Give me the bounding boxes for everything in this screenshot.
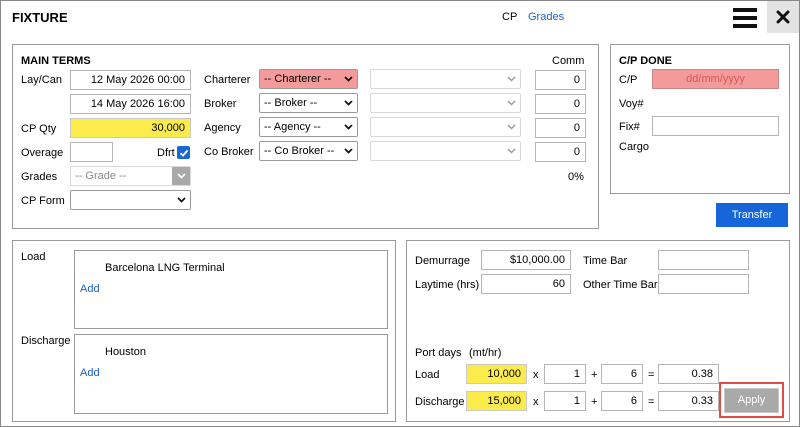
charterer-select-value: -- Charterer -- <box>264 73 332 85</box>
timebar-input[interactable] <box>658 250 749 270</box>
laytime-label: Laytime (hrs) <box>415 279 480 291</box>
dfrt-checkbox[interactable] <box>177 146 190 159</box>
apply-highlight: Apply <box>719 382 784 418</box>
close-icon <box>776 10 790 24</box>
discharge-add-input[interactable]: 6 <box>601 391 643 411</box>
discharge-result: 0.33 <box>658 391 719 411</box>
load-add-input[interactable]: 6 <box>601 364 643 384</box>
discharge-rate-input[interactable]: 15,000 <box>466 391 527 411</box>
load-port-item[interactable]: Barcelona LNG Terminal <box>105 262 225 274</box>
menu-icon[interactable] <box>733 8 757 30</box>
dfrt-label: Dfrt <box>157 147 175 159</box>
pd-load-label: Load <box>415 369 440 381</box>
comm-total: 0% <box>568 171 584 183</box>
portdays-label: Port days <box>415 347 462 359</box>
discharge-equals-op: = <box>648 396 655 408</box>
broker-select-value: -- Broker -- <box>264 97 318 109</box>
load-add-link[interactable]: Add <box>80 283 100 295</box>
broker-select[interactable]: -- Broker -- <box>259 93 358 113</box>
charterer-label: Charterer <box>204 74 251 86</box>
discharge-plus-op: + <box>591 396 598 408</box>
broker-contact-select[interactable] <box>370 93 521 113</box>
charterer-select[interactable]: -- Charterer -- <box>259 69 358 89</box>
chevron-down-icon <box>344 100 353 106</box>
chevron-down-icon <box>507 100 516 106</box>
cobroker-comm-input[interactable]: 0 <box>535 142 586 162</box>
grades-label: Grades <box>21 171 58 183</box>
main-terms-heading: MAIN TERMS <box>21 55 91 67</box>
cpform-label: CP Form <box>21 195 65 207</box>
discharge-add-link[interactable]: Add <box>80 367 100 379</box>
fix-label: Fix# <box>619 121 640 133</box>
transfer-button[interactable]: Transfer <box>716 203 788 227</box>
comm-label: Comm <box>552 55 585 67</box>
othertimebar-label: Other Time Bar <box>583 279 658 291</box>
load-equals-op: = <box>648 369 655 381</box>
agency-contact-select[interactable] <box>370 117 521 137</box>
grades-link[interactable]: Grades <box>528 11 564 23</box>
fix-input[interactable] <box>652 116 779 136</box>
discharge-port-item[interactable]: Houston <box>105 346 146 358</box>
grades-select[interactable]: -- Grade -- <box>70 166 191 186</box>
cobroker-select[interactable]: -- Co Broker -- <box>259 141 358 161</box>
chevron-down-icon <box>344 76 353 82</box>
cp-label: C/P <box>619 74 638 86</box>
laycan-label: Lay/Can <box>21 74 62 86</box>
close-button[interactable] <box>767 1 799 33</box>
discharge-mult-input[interactable]: 1 <box>544 391 586 411</box>
portdays-unit: (mt/hr) <box>469 347 502 359</box>
load-label: Load <box>21 251 46 263</box>
cp-date-input[interactable]: dd/mm/yyyy <box>652 69 779 89</box>
demurrage-label: Demurrage <box>415 255 471 267</box>
cargo-label: Cargo <box>619 141 649 153</box>
chevron-down-icon <box>507 76 516 82</box>
page-title: FIXTURE <box>12 10 68 25</box>
discharge-times-op: x <box>533 396 539 408</box>
cpqty-input[interactable]: 30,000 <box>70 118 191 138</box>
voy-label: Voy# <box>619 98 644 110</box>
chevron-down-icon <box>177 197 186 203</box>
discharge-label: Discharge <box>21 335 71 347</box>
laycan-from-input[interactable]: 12 May 2026 00:00 <box>70 70 191 90</box>
cobroker-select-value: -- Co Broker -- <box>264 145 335 157</box>
cpqty-label: CP Qty <box>21 123 57 135</box>
broker-label: Broker <box>204 98 237 110</box>
agency-comm-input[interactable]: 0 <box>535 118 586 138</box>
charterer-contact-select[interactable] <box>370 69 521 89</box>
chevron-down-icon <box>507 148 516 154</box>
cobroker-label: Co Broker <box>204 146 254 158</box>
laycan-to-input[interactable]: 14 May 2026 16:00 <box>70 94 191 114</box>
load-times-op: x <box>533 369 539 381</box>
cpform-select[interactable] <box>70 190 191 210</box>
load-result: 0.38 <box>658 364 719 384</box>
overage-input[interactable] <box>70 142 113 162</box>
chevron-down-icon <box>344 124 353 130</box>
agency-label: Agency <box>204 122 241 134</box>
load-plus-op: + <box>591 369 598 381</box>
broker-comm-input[interactable]: 0 <box>535 94 586 114</box>
laytime-input[interactable]: 60 <box>481 274 571 294</box>
load-mult-input[interactable]: 1 <box>544 364 586 384</box>
cobroker-contact-select[interactable] <box>370 141 521 161</box>
load-rate-input[interactable]: 10,000 <box>466 364 527 384</box>
apply-button[interactable]: Apply <box>724 387 779 413</box>
othertimebar-input[interactable] <box>658 274 749 294</box>
overage-label: Overage <box>21 147 64 159</box>
pd-discharge-label: Discharge <box>415 396 465 408</box>
chevron-down-icon <box>344 148 353 154</box>
check-icon <box>179 149 188 157</box>
cp-done-heading: C/P DONE <box>619 55 672 67</box>
cp-link[interactable]: CP <box>502 11 517 23</box>
chevron-down-icon <box>172 167 190 185</box>
charterer-comm-input[interactable]: 0 <box>535 70 586 90</box>
agency-select[interactable]: -- Agency -- <box>259 117 358 137</box>
chevron-down-icon <box>507 124 516 130</box>
demurrage-input[interactable]: $10,000.00 <box>481 250 571 270</box>
agency-select-value: -- Agency -- <box>264 121 321 133</box>
timebar-label: Time Bar <box>583 255 628 267</box>
grades-select-value: -- Grade -- <box>75 170 127 182</box>
